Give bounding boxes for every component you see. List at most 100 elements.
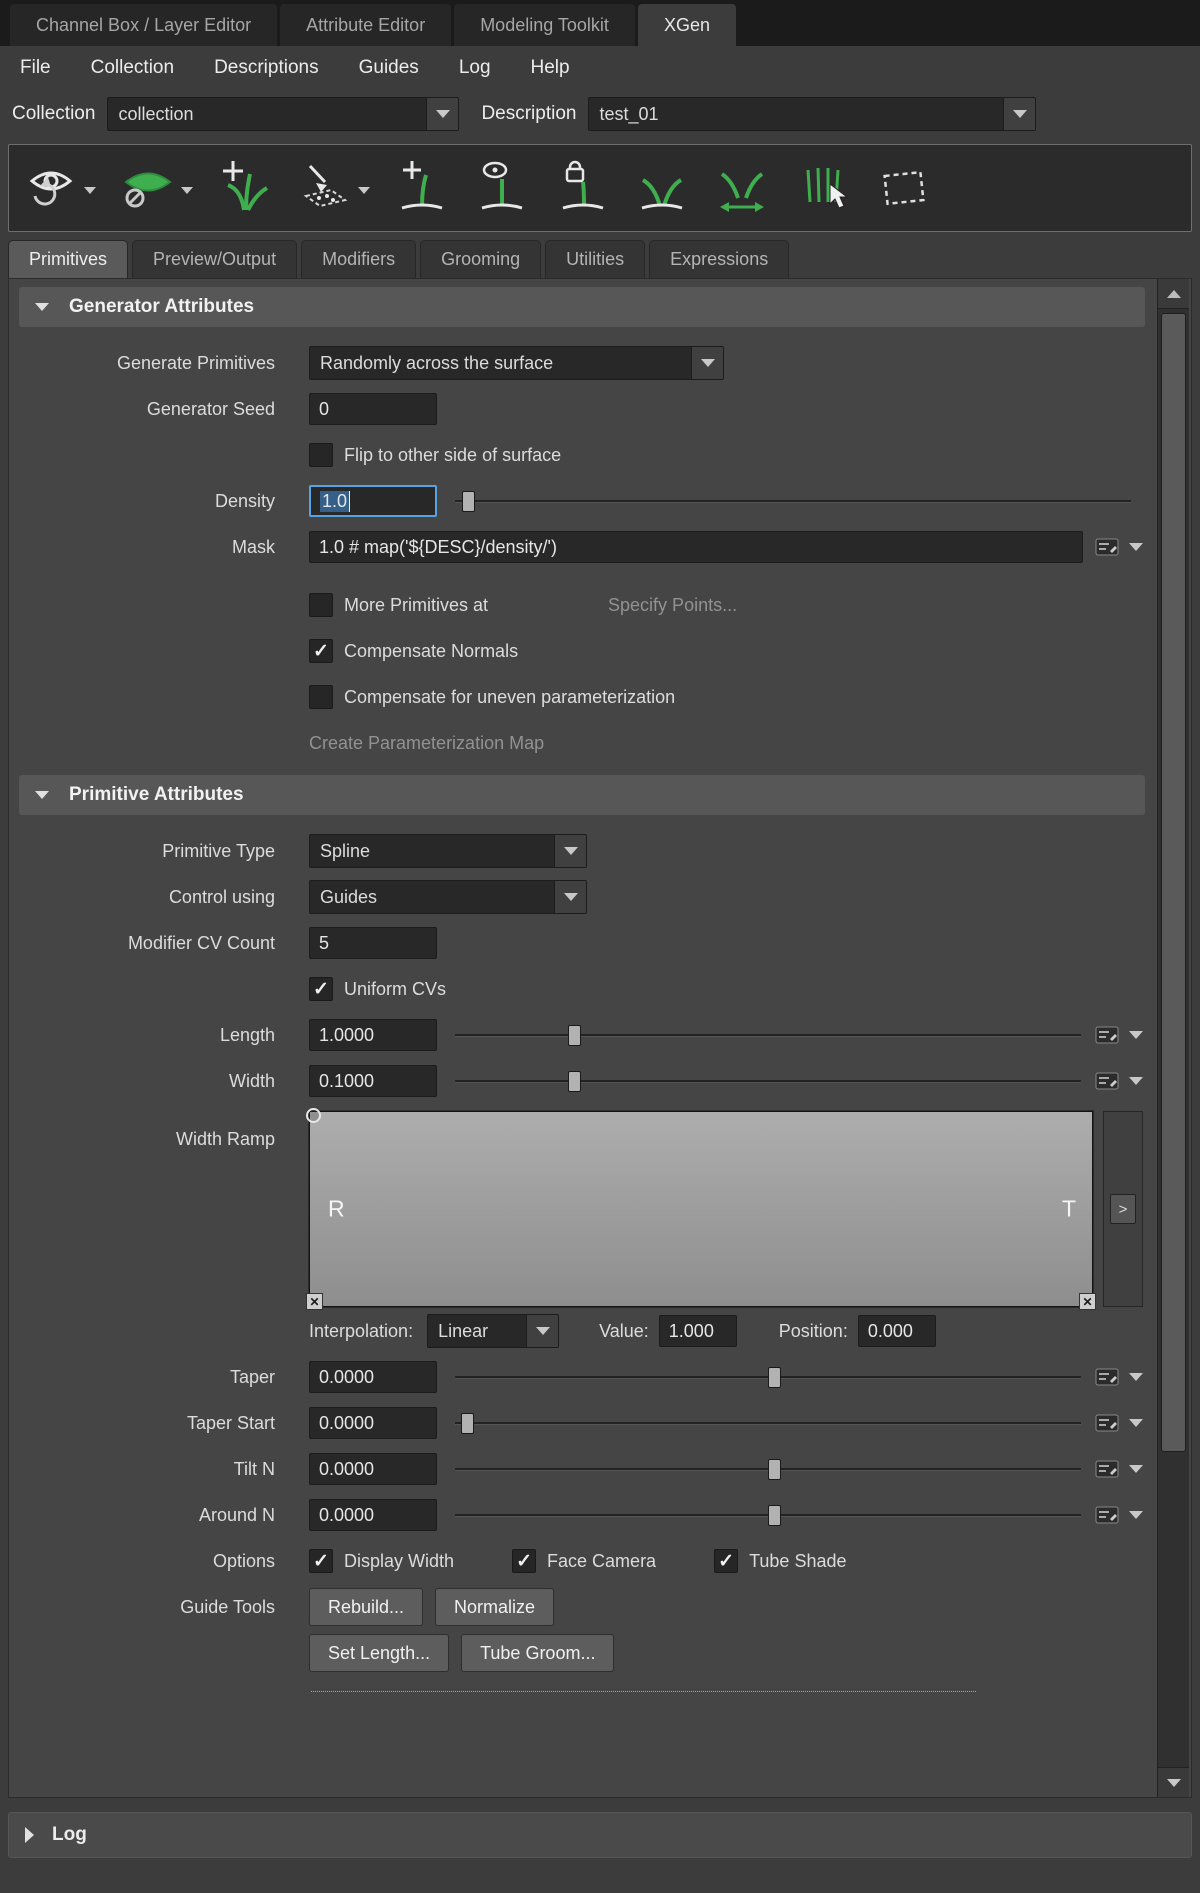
around-n-slider[interactable] (455, 1500, 1081, 1530)
normalize-button[interactable]: Normalize (435, 1588, 555, 1626)
tab-xgen[interactable]: XGen (637, 4, 736, 46)
width-slider[interactable] (455, 1066, 1081, 1096)
menu-help[interactable]: Help (531, 57, 570, 79)
attr-menu-arrow-icon[interactable] (1129, 1419, 1143, 1427)
generate-primitives-dropdown[interactable]: Randomly across the surface (309, 346, 724, 380)
slider-handle[interactable] (461, 1413, 475, 1434)
create-description-button[interactable] (217, 160, 273, 216)
chevron-down-icon[interactable] (84, 178, 96, 199)
expression-icon[interactable] (1095, 538, 1119, 556)
attr-menu-arrow-icon[interactable] (1129, 1077, 1143, 1085)
scroll-down-button[interactable] (1158, 1767, 1189, 1797)
tab-expressions[interactable]: Expressions (649, 240, 790, 278)
density-input[interactable]: 1.0 (309, 485, 437, 517)
rebuild-button[interactable]: Rebuild... (309, 1588, 424, 1626)
chevron-down-icon[interactable] (358, 178, 370, 199)
expression-icon[interactable] (1095, 1506, 1119, 1524)
display-width-checkbox[interactable] (309, 1549, 333, 1573)
slider-handle[interactable] (567, 1071, 581, 1092)
expression-icon[interactable] (1095, 1460, 1119, 1478)
expression-icon[interactable] (1095, 1368, 1119, 1386)
taper-start-slider[interactable] (455, 1408, 1081, 1438)
tilt-n-input[interactable] (309, 1453, 437, 1485)
density-slider[interactable] (455, 486, 1131, 516)
tube-groom-button[interactable]: Tube Groom... (461, 1634, 615, 1672)
flip-surface-checkbox[interactable] (309, 443, 333, 467)
toggle-primitive-display-button[interactable] (120, 160, 193, 216)
log-section-header[interactable]: Log (8, 1812, 1192, 1858)
guides-display-button[interactable] (634, 160, 690, 216)
add-guide-button[interactable] (394, 160, 450, 216)
menu-log[interactable]: Log (459, 57, 491, 79)
tab-modeling-toolkit[interactable]: Modeling Toolkit (454, 4, 635, 46)
primitive-type-dropdown[interactable]: Spline (309, 834, 587, 868)
tab-modifiers[interactable]: Modifiers (301, 240, 417, 278)
taper-input[interactable] (309, 1361, 437, 1393)
ramp-expand-button[interactable]: > (1110, 1194, 1136, 1224)
slider-handle[interactable] (768, 1459, 781, 1480)
face-camera-checkbox[interactable] (512, 1549, 537, 1573)
ramp-delete-marker[interactable]: ✕ (306, 1293, 323, 1310)
length-input[interactable] (309, 1019, 437, 1051)
attr-menu-arrow-icon[interactable] (1129, 1373, 1143, 1381)
set-length-button[interactable]: Set Length... (309, 1634, 450, 1672)
ramp-position-input[interactable] (857, 1315, 936, 1347)
scrollbar-thumb[interactable] (1161, 313, 1186, 1452)
interpolation-dropdown[interactable]: Linear (427, 1314, 560, 1348)
tab-attribute-editor[interactable]: Attribute Editor (280, 4, 452, 46)
scroll-up-button[interactable] (1158, 279, 1189, 309)
generator-seed-input[interactable] (309, 393, 437, 425)
groom-comb-button[interactable] (794, 160, 852, 216)
tab-utilities[interactable]: Utilities (545, 240, 646, 278)
collection-dropdown[interactable]: collection (107, 97, 460, 131)
region-select-button[interactable] (876, 160, 932, 216)
export-selection-button[interactable] (297, 160, 370, 216)
mask-input[interactable] (309, 531, 1083, 563)
tab-grooming[interactable]: Grooming (420, 240, 542, 278)
menu-descriptions[interactable]: Descriptions (214, 57, 319, 79)
width-input[interactable] (309, 1065, 437, 1097)
guide-width-button[interactable] (714, 160, 770, 216)
lock-guide-length-button[interactable] (554, 160, 610, 216)
around-n-input[interactable] (309, 1499, 437, 1531)
control-using-dropdown[interactable]: Guides (309, 880, 587, 914)
tab-preview-output[interactable]: Preview/Output (132, 240, 298, 278)
vertical-scrollbar[interactable] (1157, 279, 1189, 1797)
slider-handle[interactable] (567, 1025, 581, 1046)
slider-handle[interactable] (768, 1505, 781, 1526)
tab-channel-box[interactable]: Channel Box / Layer Editor (10, 4, 278, 46)
more-primitives-checkbox[interactable] (309, 593, 333, 617)
menu-file[interactable]: File (20, 57, 51, 79)
attr-menu-arrow-icon[interactable] (1129, 1465, 1143, 1473)
ramp-delete-marker[interactable]: ✕ (1079, 1293, 1096, 1310)
primitive-attributes-header[interactable]: Primitive Attributes (19, 775, 1145, 815)
taper-start-input[interactable] (309, 1407, 437, 1439)
tab-primitives[interactable]: Primitives (8, 240, 129, 278)
description-dropdown[interactable]: test_01 (588, 97, 1037, 131)
guide-visibility-button[interactable] (474, 160, 530, 216)
attr-menu-arrow-icon[interactable] (1129, 543, 1143, 551)
width-ramp-editor[interactable]: ✕ ✕ R T (306, 1108, 1096, 1310)
attr-menu-arrow-icon[interactable] (1129, 1031, 1143, 1039)
tube-shade-checkbox[interactable] (714, 1549, 739, 1573)
ramp-value-input[interactable] (658, 1315, 737, 1347)
uniform-cvs-checkbox[interactable] (309, 977, 333, 1001)
tilt-n-slider[interactable] (455, 1454, 1081, 1484)
chevron-down-icon[interactable] (181, 178, 193, 199)
expression-icon[interactable] (1095, 1072, 1119, 1090)
menu-collection[interactable]: Collection (91, 57, 174, 79)
compensate-normals-checkbox[interactable] (309, 639, 333, 663)
generator-attributes-header[interactable]: Generator Attributes (19, 287, 1145, 327)
expression-icon[interactable] (1095, 1414, 1119, 1432)
compensate-uneven-checkbox[interactable] (309, 685, 333, 709)
preview-refresh-button[interactable] (23, 160, 96, 216)
slider-handle[interactable] (768, 1367, 781, 1388)
attr-menu-arrow-icon[interactable] (1129, 1511, 1143, 1519)
menu-guides[interactable]: Guides (359, 57, 419, 79)
length-slider[interactable] (455, 1020, 1081, 1050)
expression-icon[interactable] (1095, 1026, 1119, 1044)
modifier-cv-count-input[interactable] (309, 927, 437, 959)
taper-slider[interactable] (455, 1362, 1081, 1392)
ramp-point-marker[interactable] (306, 1108, 321, 1123)
slider-handle[interactable] (461, 491, 475, 512)
